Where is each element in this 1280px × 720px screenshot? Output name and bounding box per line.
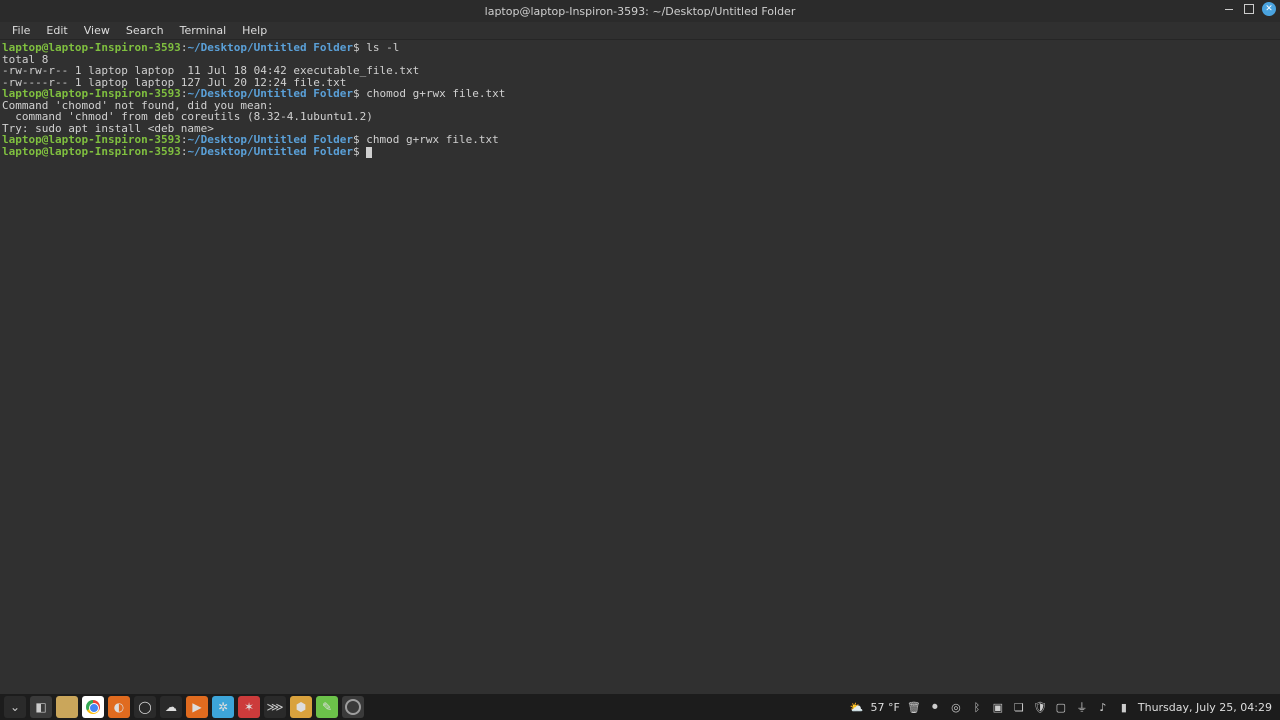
prompt-path: ~/Desktop/Untitled Folder bbox=[187, 145, 353, 158]
prompt-path: ~/Desktop/Untitled Folder bbox=[187, 41, 353, 54]
menu-terminal[interactable]: Terminal bbox=[172, 22, 235, 39]
tray-app-icon[interactable]: ▣ bbox=[991, 700, 1005, 714]
app-launcher-icon[interactable]: ◯ bbox=[134, 696, 156, 718]
menu-edit[interactable]: Edit bbox=[38, 22, 75, 39]
system-tray: ⛅ 57 °F 🗑 ⏺ ◎ ᛒ ▣ ❏ 🛡 ▢ ⏚ ♪ ▮ Thursday, … bbox=[850, 700, 1280, 714]
cmd-chmod: chmod g+rwx file.txt bbox=[366, 133, 498, 146]
clock[interactable]: Thursday, July 25, 04:29 bbox=[1138, 701, 1272, 714]
chrome-launcher-icon[interactable] bbox=[82, 696, 104, 718]
terminal-body[interactable]: laptop@laptop-Inspiron-3593:~/Desktop/Un… bbox=[0, 40, 1280, 694]
prompt-symbol: $ bbox=[353, 41, 366, 54]
prompt-symbol: $ bbox=[353, 87, 366, 100]
window-close-button[interactable] bbox=[1262, 2, 1276, 16]
terminal-cursor bbox=[366, 147, 372, 158]
obs-tray-icon[interactable]: ◎ bbox=[949, 700, 963, 714]
cmd-chomod: chomod g+rwx file.txt bbox=[366, 87, 505, 100]
media-launcher-icon[interactable]: ▶ bbox=[186, 696, 208, 718]
record-icon[interactable]: ⏺ bbox=[928, 700, 942, 714]
menu-file[interactable]: File bbox=[4, 22, 38, 39]
bluetooth-icon[interactable]: ᛒ bbox=[970, 700, 984, 714]
network-icon[interactable]: ⏚ bbox=[1075, 700, 1089, 714]
sound-icon[interactable]: ♪ bbox=[1096, 700, 1110, 714]
weather-temp[interactable]: 57 °F bbox=[871, 701, 900, 714]
menu-view[interactable]: View bbox=[76, 22, 118, 39]
app-launcher-icon[interactable]: ✶ bbox=[238, 696, 260, 718]
window-title: laptop@laptop-Inspiron-3593: ~/Desktop/U… bbox=[485, 5, 796, 18]
tray-app-icon[interactable]: ▢ bbox=[1054, 700, 1068, 714]
steam-launcher-icon[interactable]: ☁ bbox=[160, 696, 182, 718]
terminal-window: laptop@laptop-Inspiron-3593: ~/Desktop/U… bbox=[0, 0, 1280, 694]
firefox-launcher-icon[interactable]: ◐ bbox=[108, 696, 130, 718]
taskbar: ⌄ ◧ ◐ ◯ ☁ ▶ ✲ ✶ ⋙ ⬢ ✎ ⛅ 57 °F 🗑 ⏺ ◎ ᛒ ▣ … bbox=[0, 694, 1280, 720]
app-launcher-icon[interactable]: ✲ bbox=[212, 696, 234, 718]
taskbar-launchers: ⌄ ◧ ◐ ◯ ☁ ▶ ✲ ✶ ⋙ ⬢ ✎ bbox=[0, 696, 364, 718]
battery-icon[interactable]: ▮ bbox=[1117, 700, 1131, 714]
prompt-userhost: laptop@laptop-Inspiron-3593 bbox=[2, 145, 181, 158]
show-desktop-button[interactable]: ◧ bbox=[30, 696, 52, 718]
app-launcher-icon[interactable]: ✎ bbox=[316, 696, 338, 718]
cmd-ls: ls -l bbox=[366, 41, 399, 54]
weather-icon[interactable]: ⛅ bbox=[850, 700, 864, 714]
trash-icon[interactable]: 🗑 bbox=[907, 700, 921, 714]
files-launcher-icon[interactable] bbox=[56, 696, 78, 718]
tray-app-icon[interactable]: ❏ bbox=[1012, 700, 1026, 714]
window-controls bbox=[1222, 2, 1276, 16]
window-titlebar[interactable]: laptop@laptop-Inspiron-3593: ~/Desktop/U… bbox=[0, 0, 1280, 22]
window-maximize-button[interactable] bbox=[1242, 2, 1256, 16]
start-menu-button[interactable]: ⌄ bbox=[4, 696, 26, 718]
menu-search[interactable]: Search bbox=[118, 22, 172, 39]
app-launcher-icon[interactable]: ⋙ bbox=[264, 696, 286, 718]
updates-icon[interactable]: 🛡 bbox=[1033, 700, 1047, 714]
menu-help[interactable]: Help bbox=[234, 22, 275, 39]
mint-menu-icon[interactable] bbox=[342, 696, 364, 718]
menubar: File Edit View Search Terminal Help bbox=[0, 22, 1280, 40]
window-minimize-button[interactable] bbox=[1222, 2, 1236, 16]
prompt-symbol: $ bbox=[353, 145, 366, 158]
app-launcher-icon[interactable]: ⬢ bbox=[290, 696, 312, 718]
